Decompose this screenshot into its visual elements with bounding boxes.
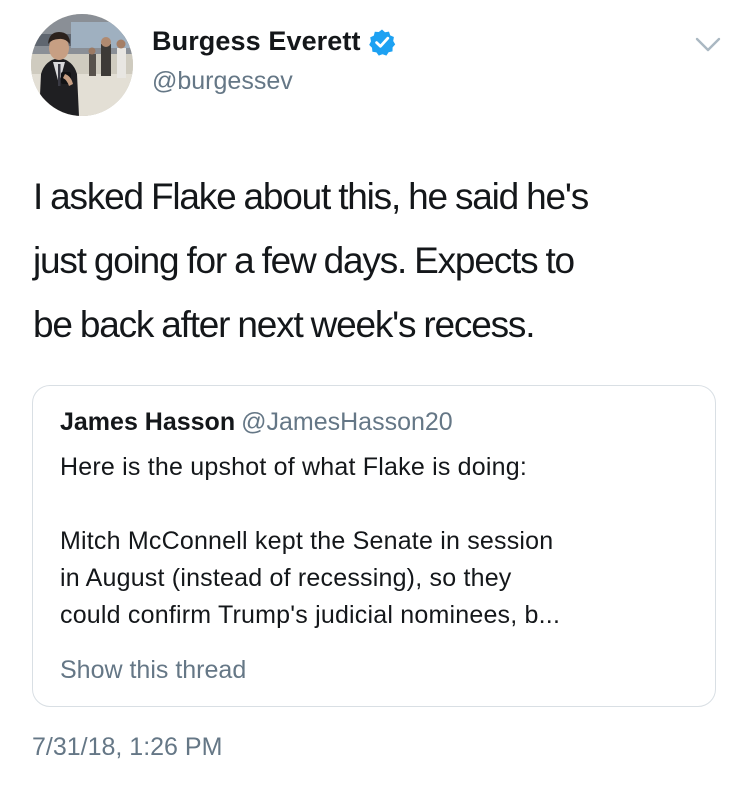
tweet-text-line: I asked Flake about this, he said he's <box>33 176 589 217</box>
tweet: Burgess Everett @burgessev I asked Flake… <box>0 0 750 785</box>
verified-badge-icon <box>368 28 396 56</box>
quoted-text-line: could confirm Trump's judicial nominees,… <box>60 601 561 629</box>
chevron-down-icon[interactable] <box>695 36 721 54</box>
tweet-text: I asked Flake about this, he said he's j… <box>33 165 723 357</box>
quoted-tweet-card[interactable]: James Hasson @JamesHasson20 Here is the u… <box>32 385 716 707</box>
tweet-text-line: just going for a few days. Expects to <box>33 240 575 281</box>
avatar[interactable] <box>31 14 133 116</box>
author-name-row[interactable]: Burgess Everett <box>152 26 396 57</box>
quoted-tweet-text: Here is the upshot of what Flake is doin… <box>60 449 700 634</box>
tweet-text-line: be back after next week's recess. <box>33 304 535 345</box>
author-handle[interactable]: @burgessev <box>152 67 293 96</box>
quoted-text-line: in August (instead of recessing), so the… <box>60 564 512 592</box>
quoted-tweet-header: James Hasson @JamesHasson20 <box>60 408 453 437</box>
quoted-author-handle: @JamesHasson20 <box>241 408 453 436</box>
quoted-text-line: Mitch McConnell kept the Senate in sessi… <box>60 527 554 555</box>
avatar-photo <box>31 14 133 116</box>
author-display-name[interactable]: Burgess Everett <box>152 26 361 57</box>
quoted-text-line: Here is the upshot of what Flake is doin… <box>60 453 527 481</box>
show-thread-link[interactable]: Show this thread <box>60 656 246 685</box>
tweet-timestamp[interactable]: 7/31/18, 1:26 PM <box>32 733 222 762</box>
quoted-author-name: James Hasson <box>60 408 236 436</box>
